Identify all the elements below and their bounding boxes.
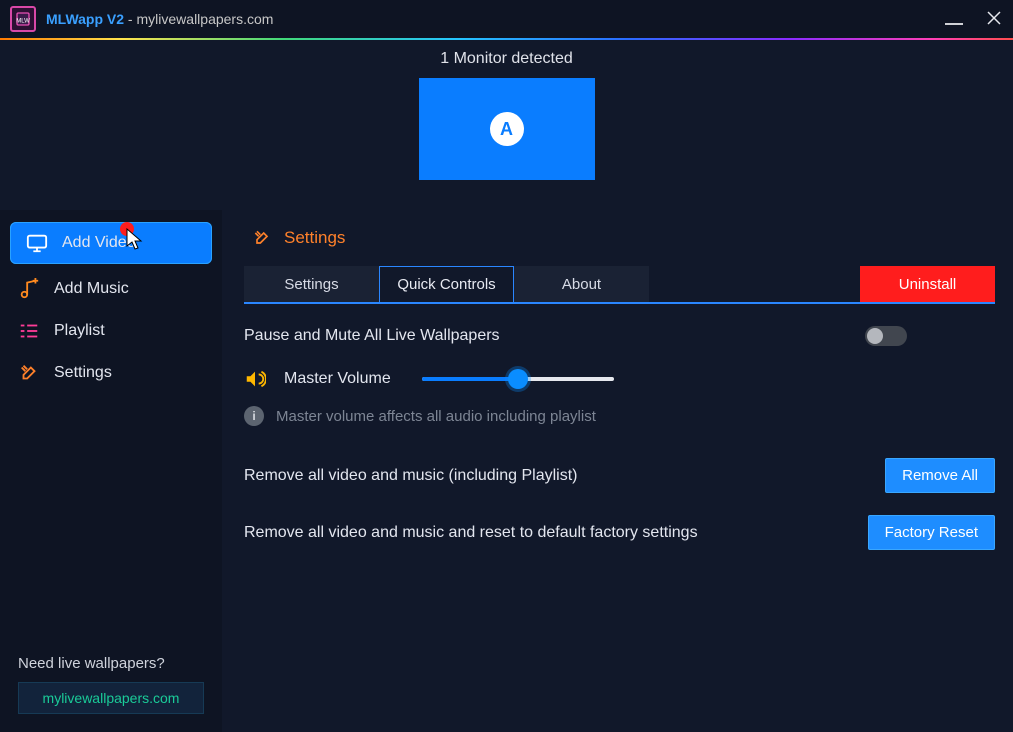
volume-icon	[244, 368, 266, 390]
content-header: Settings	[244, 228, 995, 248]
factory-reset-row: Remove all video and music and reset to …	[244, 515, 995, 550]
tools-icon	[18, 362, 40, 384]
factory-reset-label: Remove all video and music and reset to …	[244, 524, 698, 542]
tab-settings[interactable]: Settings	[244, 266, 379, 302]
app-logo: MLW	[10, 6, 36, 32]
sidebar-item-add-music[interactable]: Add Music	[0, 268, 222, 310]
slider-thumb[interactable]	[508, 369, 528, 389]
titlebar: MLW MLWapp V2 - mylivewallpapers.com	[0, 0, 1013, 38]
monitor-detect-panel: 1 Monitor detected A	[0, 40, 1013, 210]
sidebar-item-label: Playlist	[54, 322, 105, 340]
info-icon: i	[244, 406, 264, 426]
content-title: Settings	[284, 228, 345, 248]
footer-prompt: Need live wallpapers?	[18, 655, 204, 672]
footer-link[interactable]: mylivewallpapers.com	[18, 682, 204, 714]
uninstall-button[interactable]: Uninstall	[860, 266, 995, 302]
content-panel: Settings Settings Quick Controls About U…	[222, 210, 1013, 732]
master-volume-block: Master Volume i Master volume affects al…	[244, 368, 995, 426]
toggle-knob	[867, 328, 883, 344]
app-name: MLWapp V2	[46, 11, 124, 27]
master-volume-label: Master Volume	[284, 370, 404, 388]
sidebar-item-label: Add Music	[54, 280, 129, 298]
sidebar-item-add-video[interactable]: Add Video	[10, 222, 212, 264]
pause-mute-row: Pause and Mute All Live Wallpapers	[244, 326, 995, 346]
slider-fill	[422, 377, 518, 381]
tools-icon	[252, 228, 272, 248]
music-plus-icon	[18, 278, 40, 300]
pause-mute-label: Pause and Mute All Live Wallpapers	[244, 327, 500, 345]
master-volume-slider[interactable]	[422, 369, 614, 389]
tab-about[interactable]: About	[514, 266, 649, 302]
monitor-tile[interactable]: A	[419, 78, 595, 180]
tab-quick-controls[interactable]: Quick Controls	[379, 266, 514, 302]
master-volume-help-row: i Master volume affects all audio includ…	[244, 406, 995, 426]
monitor-id-badge: A	[490, 112, 524, 146]
factory-reset-button[interactable]: Factory Reset	[868, 515, 995, 550]
window-title: MLWapp V2 - mylivewallpapers.com	[46, 11, 273, 27]
sidebar-item-playlist[interactable]: Playlist	[0, 310, 222, 352]
sidebar-item-settings[interactable]: Settings	[0, 352, 222, 394]
remove-all-label: Remove all video and music (including Pl…	[244, 467, 577, 485]
playlist-icon	[18, 320, 40, 342]
svg-text:MLW: MLW	[16, 18, 30, 24]
monitor-status-text: 1 Monitor detected	[440, 50, 573, 68]
tabs-underline	[244, 302, 995, 304]
master-volume-help: Master volume affects all audio includin…	[276, 408, 596, 425]
monitor-icon	[26, 232, 48, 254]
sidebar-footer: Need live wallpapers? mylivewallpapers.c…	[0, 637, 222, 732]
tabs-row: Settings Quick Controls About Uninstall	[244, 266, 995, 302]
remove-all-row: Remove all video and music (including Pl…	[244, 458, 995, 493]
sidebar-item-label: Add Video	[62, 234, 136, 252]
sidebar-item-label: Settings	[54, 364, 112, 382]
close-button[interactable]	[985, 9, 1003, 30]
minimize-button[interactable]	[945, 23, 963, 25]
sidebar: Add Video Add Music Playlist Settings Ne…	[0, 210, 222, 732]
pause-mute-toggle[interactable]	[865, 326, 907, 346]
remove-all-button[interactable]: Remove All	[885, 458, 995, 493]
